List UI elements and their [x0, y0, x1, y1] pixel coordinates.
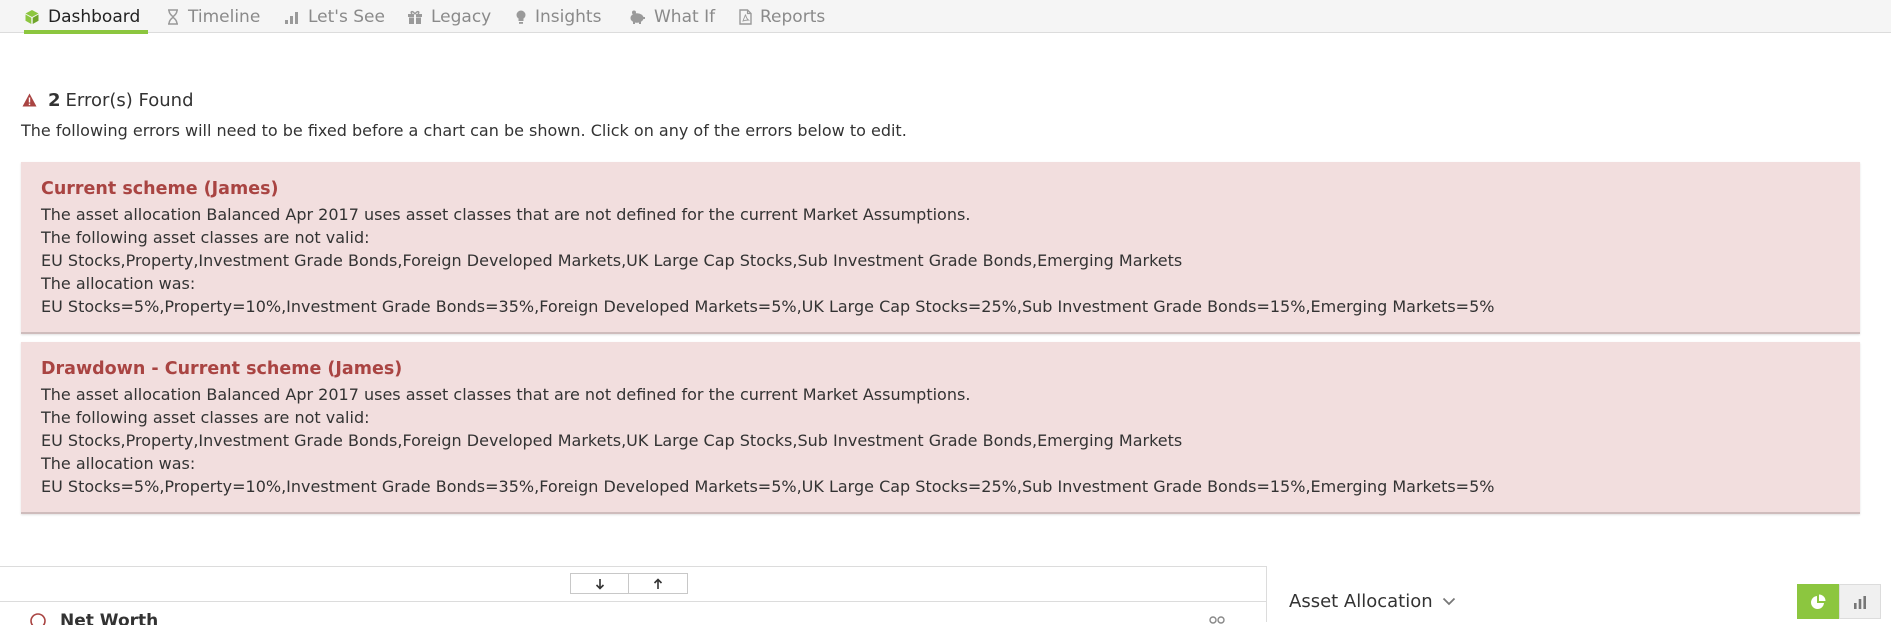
error-invalid-label: The following asset classes are not vali… — [41, 408, 370, 427]
tab-legacy-label: Legacy — [431, 6, 492, 27]
move-up-button[interactable] — [629, 573, 688, 594]
tab-timeline-label: Timeline — [188, 6, 261, 27]
tab-legacy[interactable]: Legacy — [407, 0, 491, 33]
move-down-button[interactable] — [570, 573, 629, 594]
net-worth-panel-header: Net Worth — [30, 613, 158, 625]
errors-heading: 2 Error(s) Found — [22, 87, 194, 113]
tab-what-if[interactable]: What If — [628, 0, 715, 33]
panel-divider — [1266, 566, 1267, 622]
bar-chart-icon — [285, 11, 298, 24]
error-card-current-scheme[interactable]: Current scheme (James) The asset allocat… — [21, 162, 1860, 334]
error-invalid-classes: EU Stocks,Property,Investment Grade Bond… — [41, 251, 1183, 270]
tab-dashboard-label: Dashboard — [48, 6, 141, 27]
error-card-title: Current scheme (James) — [41, 179, 279, 199]
tab-lets-see[interactable]: Let's See — [284, 0, 385, 33]
error-message: The asset allocation Balanced Apr 2017 u… — [41, 205, 971, 224]
errors-description: The following errors will need to be fix… — [21, 121, 907, 140]
tab-what-if-label: What If — [654, 6, 716, 27]
error-invalid-label: The following asset classes are not vali… — [41, 228, 370, 247]
net-worth-icon — [30, 613, 46, 625]
divider — [0, 566, 1266, 567]
arrow-up-icon — [653, 577, 663, 589]
chevron-down-icon — [1442, 597, 1455, 606]
bar-chart-icon — [1854, 595, 1866, 609]
tab-insights[interactable]: Insights — [515, 0, 601, 33]
cube-icon — [25, 9, 39, 24]
errors-title: Error(s) Found — [65, 89, 194, 111]
asset-allocation-dropdown[interactable]: Asset Allocation — [1289, 591, 1456, 612]
net-worth-title: Net Worth — [60, 613, 159, 625]
warning-icon — [22, 93, 37, 107]
reorder-controls — [570, 573, 688, 594]
arrow-down-icon — [595, 578, 604, 590]
hourglass-icon — [168, 8, 178, 25]
error-allocation-label: The allocation was: — [41, 274, 196, 293]
asset-allocation-title: Asset Allocation — [1289, 591, 1433, 612]
tab-dashboard[interactable]: Dashboard — [24, 0, 148, 34]
error-message: The asset allocation Balanced Apr 2017 u… — [41, 385, 971, 404]
panel-options-icon[interactable] — [1208, 615, 1226, 625]
error-invalid-classes: EU Stocks,Property,Investment Grade Bond… — [41, 431, 1183, 450]
tab-reports-label: Reports — [760, 6, 826, 27]
pdf-file-icon — [739, 8, 752, 25]
error-allocation-values: EU Stocks=5%,Property=10%,Investment Gra… — [41, 297, 1495, 316]
piggy-bank-icon — [630, 10, 645, 24]
pie-chart-icon — [1811, 594, 1826, 609]
bar-chart-toggle-button[interactable] — [1839, 584, 1881, 619]
error-count: 2 — [48, 89, 61, 111]
divider — [0, 601, 1266, 602]
tab-lets-see-label: Let's See — [308, 6, 385, 27]
error-card-title: Drawdown - Current scheme (James) — [41, 359, 403, 379]
error-card-drawdown-current-scheme[interactable]: Drawdown - Current scheme (James) The as… — [21, 342, 1860, 514]
error-allocation-label: The allocation was: — [41, 454, 196, 473]
tab-insights-label: Insights — [535, 6, 602, 27]
gift-icon — [408, 10, 422, 24]
tab-reports[interactable]: Reports — [739, 0, 825, 33]
error-allocation-values: EU Stocks=5%,Property=10%,Investment Gra… — [41, 477, 1495, 496]
main-nav: Dashboard Timeline Let's See Legacy Insi… — [0, 0, 1891, 34]
pie-chart-toggle-button[interactable] — [1797, 584, 1839, 619]
lightbulb-icon — [516, 10, 526, 24]
chart-type-toggle — [1797, 584, 1881, 619]
tab-timeline[interactable]: Timeline — [166, 0, 260, 33]
